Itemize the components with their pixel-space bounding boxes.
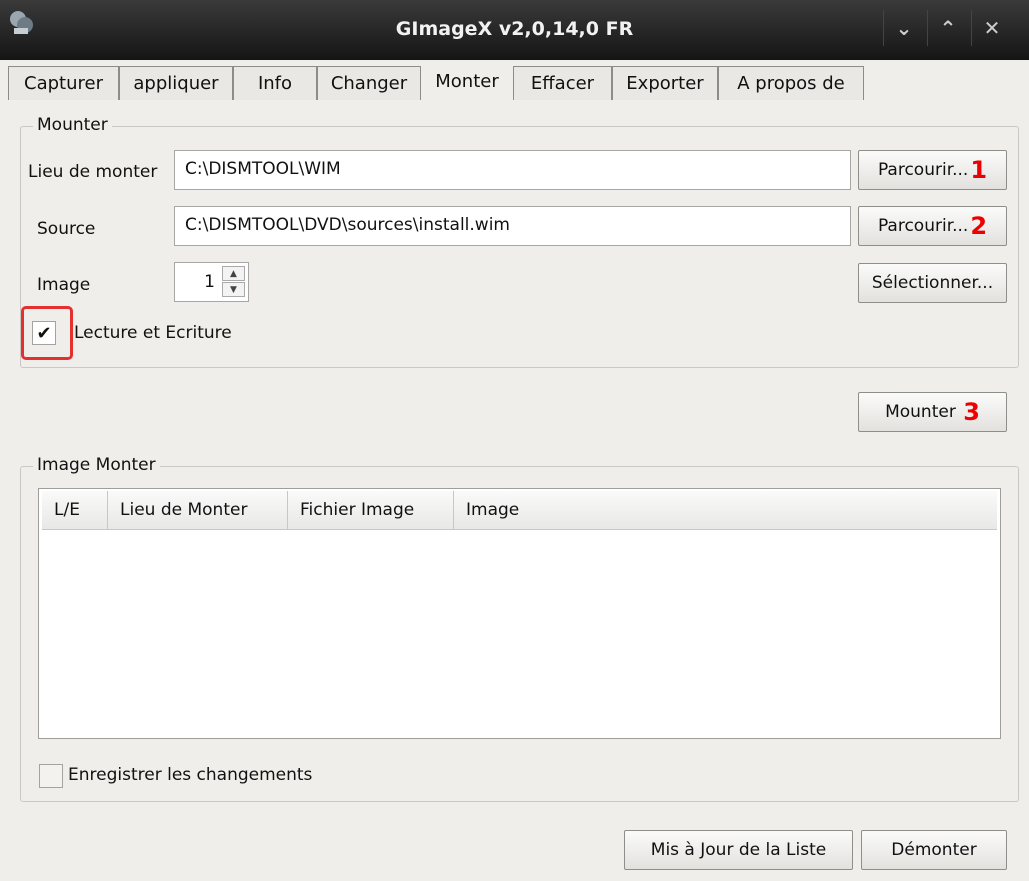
browse-source-button[interactable]: Parcourir... 2	[858, 206, 1007, 246]
annotation-number-2: 2	[970, 212, 988, 240]
column-header-location[interactable]: Lieu de Monter	[108, 491, 288, 529]
tab-effacer[interactable]: Effacer	[513, 66, 612, 100]
maximize-button[interactable]: ⌃	[927, 10, 968, 46]
browse-location-button[interactable]: Parcourir... 1	[858, 150, 1007, 190]
image-index-value: 1	[204, 272, 215, 292]
tab-capturer[interactable]: Capturer	[8, 66, 119, 100]
tab-appliquer[interactable]: appliquer	[119, 66, 233, 100]
minimize-icon: ⌄	[895, 16, 913, 40]
title-bar: GImageX v2,0,14,0 FR ⌄ ⌃ ✕	[0, 0, 1029, 60]
annotation-number-1: 1	[970, 156, 988, 184]
browse-location-label: Parcourir...	[877, 160, 969, 180]
list-header: L/E Lieu de Monter Fichier Image Image	[42, 491, 997, 530]
mounted-images-group-label: Image Monter	[33, 455, 160, 475]
spin-down-icon[interactable]: ▼	[222, 282, 245, 297]
browse-source-label: Parcourir...	[877, 216, 969, 236]
source-field[interactable]: C:\DISMTOOL\DVD\sources\install.wim	[174, 206, 851, 246]
annotation-highlight-box	[21, 306, 73, 360]
maximize-icon: ⌃	[939, 16, 957, 40]
tab-info[interactable]: Info	[233, 66, 317, 100]
image-label: Image	[37, 275, 91, 295]
select-image-button[interactable]: Sélectionner...	[858, 263, 1007, 303]
mount-button[interactable]: Mounter 3	[858, 392, 1007, 432]
tab-monter[interactable]: Monter	[421, 60, 513, 102]
location-label: Lieu de monter	[28, 162, 158, 182]
readwrite-label: Lecture et Ecriture	[74, 323, 232, 343]
location-field[interactable]: C:\DISMTOOL\WIM	[174, 150, 851, 190]
tab-exporter[interactable]: Exporter	[612, 66, 718, 100]
close-button[interactable]: ✕	[971, 10, 1012, 46]
source-label: Source	[37, 219, 96, 239]
spin-up-icon[interactable]: ▲	[222, 266, 245, 281]
close-icon: ✕	[983, 16, 1001, 40]
save-changes-label: Enregistrer les changements	[68, 765, 313, 785]
mount-button-label: Mounter	[885, 402, 956, 422]
tab-a-propos[interactable]: A propos de	[718, 66, 864, 100]
column-header-image[interactable]: Image	[454, 491, 999, 529]
unmount-button[interactable]: Démonter	[861, 830, 1007, 870]
minimize-button[interactable]: ⌄	[883, 10, 924, 46]
column-header-le[interactable]: L/E	[42, 491, 108, 529]
image-index-spinner[interactable]: 1 ▲ ▼	[174, 262, 249, 302]
tab-changer[interactable]: Changer	[317, 66, 421, 100]
window-title: GImageX v2,0,14,0 FR	[395, 18, 634, 40]
mounted-images-list[interactable]: L/E Lieu de Monter Fichier Image Image	[38, 488, 1001, 739]
refresh-list-button[interactable]: Mis à Jour de la Liste	[624, 830, 853, 870]
mount-group-label: Mounter	[33, 115, 112, 135]
save-changes-checkbox[interactable]	[39, 764, 63, 788]
column-header-image-file[interactable]: Fichier Image	[288, 491, 454, 529]
annotation-number-3: 3	[963, 398, 980, 426]
